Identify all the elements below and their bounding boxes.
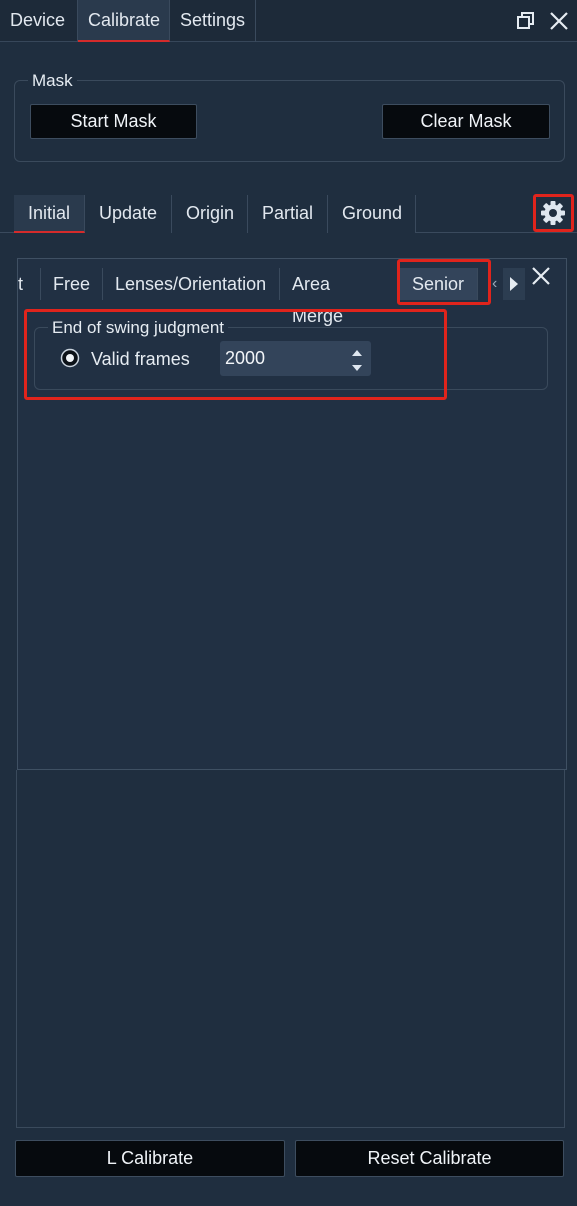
reset-calibrate-button[interactable]: Reset Calibrate — [295, 1140, 564, 1177]
dialog-tab-lenses-orientation[interactable]: Lenses/Orientation — [103, 268, 280, 300]
mask-legend: Mask — [28, 70, 77, 92]
senior-tab-highlight-box — [397, 259, 491, 305]
spin-down-icon[interactable] — [349, 359, 365, 373]
tab-calibrate[interactable]: Calibrate — [78, 0, 170, 42]
clear-mask-button[interactable]: Clear Mask — [382, 104, 550, 139]
tab-device[interactable]: Device — [0, 0, 78, 42]
valid-frames-label: Valid frames — [91, 349, 190, 369]
restore-window-icon[interactable] — [512, 0, 540, 42]
tab-scroll-right-icon[interactable] — [503, 268, 525, 300]
spin-up-icon[interactable] — [349, 344, 365, 358]
close-window-icon[interactable] — [545, 0, 573, 42]
tab-ground[interactable]: Ground — [328, 195, 416, 233]
tab-initial[interactable]: Initial — [14, 195, 85, 233]
dialog-tab-free[interactable]: Free — [41, 268, 103, 300]
valid-frames-radio[interactable] — [60, 348, 80, 368]
dialog-close-icon[interactable] — [529, 264, 553, 288]
tab-origin[interactable]: Origin — [172, 195, 248, 233]
gear-icon[interactable] — [539, 199, 567, 227]
start-mask-button[interactable]: Start Mask — [30, 104, 197, 139]
calibrate-content-area — [16, 770, 565, 1128]
tab-update[interactable]: Update — [85, 195, 172, 233]
tab-truncated[interactable]: t — [18, 268, 40, 300]
tab-partial[interactable]: Partial — [248, 195, 328, 233]
l-calibrate-button[interactable]: L Calibrate — [15, 1140, 285, 1177]
tab-settings[interactable]: Settings — [170, 0, 256, 42]
valid-frames-value[interactable]: 2000 — [225, 341, 265, 376]
dialog-tab-area-merge[interactable]: Area Merge — [280, 268, 398, 326]
